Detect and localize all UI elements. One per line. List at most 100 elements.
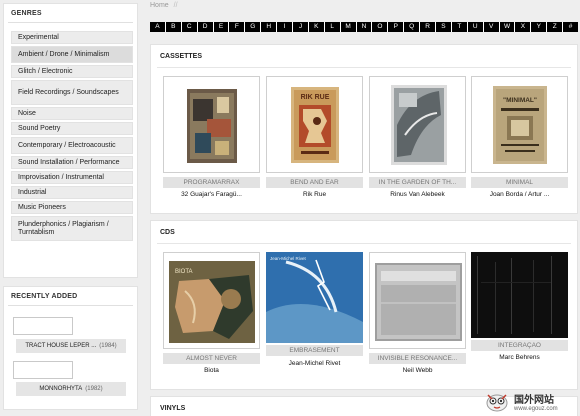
cover-frame[interactable] (369, 252, 466, 349)
recent-item-title[interactable]: MONNORHYTA (39, 386, 82, 392)
section-title-vinyls: VINYLS (160, 405, 186, 412)
cd-cover-image[interactable] (375, 263, 462, 341)
alphabet-letter-link[interactable]: H (261, 22, 278, 32)
recent-item-title[interactable]: TRACT HOUSE LEPER ... (25, 343, 96, 349)
genres-panel: GENRES Experimental Ambient / Drone / Min… (3, 3, 138, 278)
release-artist[interactable]: Rinus Van Alebeek (369, 191, 466, 198)
genre-list: Experimental Ambient / Drone / Minimalism… (11, 31, 133, 243)
cover-frame[interactable]: BIOTA (163, 252, 260, 349)
alphabet-letter-link[interactable]: W (500, 22, 516, 32)
alphabet-letter-link[interactable]: X (515, 22, 532, 32)
cd-cover-image[interactable] (471, 252, 568, 338)
divider (8, 305, 133, 306)
release-artist[interactable]: Rik Rue (266, 191, 363, 198)
cd-cover-image[interactable]: BIOTA (169, 261, 255, 343)
recently-added-title: RECENTLY ADDED (11, 293, 78, 300)
alphabet-letter-link[interactable]: L (325, 22, 341, 32)
genre-item[interactable]: Field Recordings / Soundscapes (11, 80, 133, 105)
cover-frame[interactable] (369, 76, 466, 173)
cover-frame[interactable] (163, 76, 260, 173)
alphabet-letter-link[interactable]: V (484, 22, 500, 32)
genre-item[interactable]: Noise (11, 107, 133, 120)
alphabet-letter-link[interactable]: Q (404, 22, 421, 32)
breadcrumb-home-link[interactable]: Home (150, 2, 169, 9)
release-category[interactable]: IN THE GARDEN OF TH... (369, 177, 466, 188)
alphabet-letter-link[interactable]: # (563, 22, 578, 32)
cover-frame[interactable]: RIK RUE (266, 76, 363, 173)
genres-title: GENRES (11, 10, 42, 17)
alphabet-letter-link[interactable]: Z (547, 22, 564, 32)
genre-item[interactable]: Sound Poetry (11, 122, 133, 135)
genre-item[interactable]: Improvisation / Instrumental (11, 171, 133, 184)
watermark: 国外网站 www.egouz.com (484, 386, 580, 416)
genre-item[interactable]: Contemporary / Electroacoustic (11, 137, 133, 154)
cover-text: Jean-Michel Rivet (270, 256, 307, 261)
genre-item[interactable]: Music Pioneers (11, 201, 133, 214)
divider (157, 67, 571, 68)
alphabet-letter-link[interactable]: G (245, 22, 262, 32)
recent-item-label[interactable]: MONNORHYTA (1982) (16, 382, 126, 396)
release-artist[interactable]: Biota (163, 367, 260, 374)
alphabet-letter-link[interactable]: J (293, 22, 309, 32)
genre-item[interactable]: Plunderphonics / Plagiarism / Turntablis… (11, 216, 133, 241)
genre-item[interactable]: Ambient / Drone / Minimalism (11, 46, 133, 63)
alphabet-letter-link[interactable]: B (166, 22, 182, 32)
alphabet-letter-link[interactable]: O (372, 22, 389, 32)
release-artist[interactable]: Jean-Michel Rivet (266, 360, 363, 367)
release-category[interactable]: PROGRAMARRAX (163, 177, 260, 188)
section-title-cds: CDS (160, 229, 175, 236)
cd-cover-image[interactable]: Jean-Michel Rivet (266, 252, 363, 343)
alphabet-letter-link[interactable]: E (214, 22, 230, 32)
alphabet-letter-link[interactable]: P (388, 22, 405, 32)
alphabet-letter-link[interactable]: D (198, 22, 214, 32)
genre-item[interactable]: Industrial (11, 186, 133, 199)
alphabet-letter-link[interactable]: I (277, 22, 294, 32)
release-category[interactable]: MINIMAL (471, 177, 568, 188)
genre-item[interactable]: Sound Installation / Performance (11, 156, 133, 169)
release-artist[interactable]: Joan Borda / Artur ... (471, 191, 568, 198)
genre-item[interactable]: Experimental (11, 31, 133, 44)
alphabet-letter-link[interactable]: M (341, 22, 357, 32)
cover-frame[interactable]: "MINIMAL" (471, 76, 568, 173)
release-category[interactable]: BEND AND EAR (266, 177, 363, 188)
watermark-url: www.egouz.com (514, 405, 558, 412)
cassette-cover-image[interactable] (187, 89, 237, 163)
release-category[interactable]: INTEGRAÇAO (471, 340, 568, 351)
cover-text: "MINIMAL" (503, 97, 537, 104)
alphabet-letter-link[interactable]: N (357, 22, 373, 32)
alphabet-letter-link[interactable]: C (182, 22, 198, 32)
breadcrumb: Home // (150, 2, 178, 9)
cassette-cover-image[interactable]: RIK RUE (291, 87, 339, 163)
cassette-cover-image[interactable]: "MINIMAL" (493, 86, 547, 164)
recent-item-thumbnail[interactable] (13, 361, 73, 379)
cover-text: RIK RUE (301, 94, 330, 101)
recent-item-year: (1984) (99, 343, 117, 349)
alphabet-letter-link[interactable]: A (150, 22, 166, 32)
alphabet-letter-link[interactable]: R (420, 22, 437, 32)
alphabet-letter-link[interactable]: S (436, 22, 452, 32)
recent-item-label[interactable]: TRACT HOUSE LEPER ... (1984) (16, 339, 126, 353)
release-artist[interactable]: 32 Guajar's Faragü... (163, 191, 260, 198)
recent-item-thumbnail[interactable] (13, 317, 73, 335)
alphabet-letter-link[interactable]: Y (531, 22, 548, 32)
section-title-cassettes: CASSETTES (160, 53, 203, 60)
divider (157, 243, 571, 244)
alphabet-letter-link[interactable]: F (229, 22, 246, 32)
watermark-text: 国外网站 (514, 394, 554, 406)
alphabet-letter-link[interactable]: U (468, 22, 484, 32)
cassette-cover-image[interactable] (391, 85, 447, 165)
divider (8, 22, 133, 23)
watermark-logo-icon (486, 394, 508, 412)
cover-text: BIOTA (175, 269, 193, 275)
alphabet-letter-link[interactable]: T (452, 22, 468, 32)
release-category[interactable]: EMBRASEMENT (266, 345, 363, 356)
genre-item[interactable]: Glitch / Electronic (11, 65, 133, 78)
alphabet-letter-link[interactable]: K (309, 22, 325, 32)
release-category[interactable]: ALMOST NEVER (163, 353, 260, 364)
release-artist[interactable]: Marc Behrens (471, 354, 568, 361)
cds-section: CDS BIOTA ALMOST NEVER Biota Jean-Michel (150, 220, 578, 390)
release-artist[interactable]: Neil Webb (369, 367, 466, 374)
recently-added-panel: RECENTLY ADDED TRACT HOUSE LEPER ... (19… (3, 286, 138, 410)
release-category[interactable]: INVISIBLE RESONANCE... (369, 353, 466, 364)
alphabet-filter-bar: A B C D E F G H I J K L M N O P Q R S T U V W X Y Z # (150, 22, 578, 32)
